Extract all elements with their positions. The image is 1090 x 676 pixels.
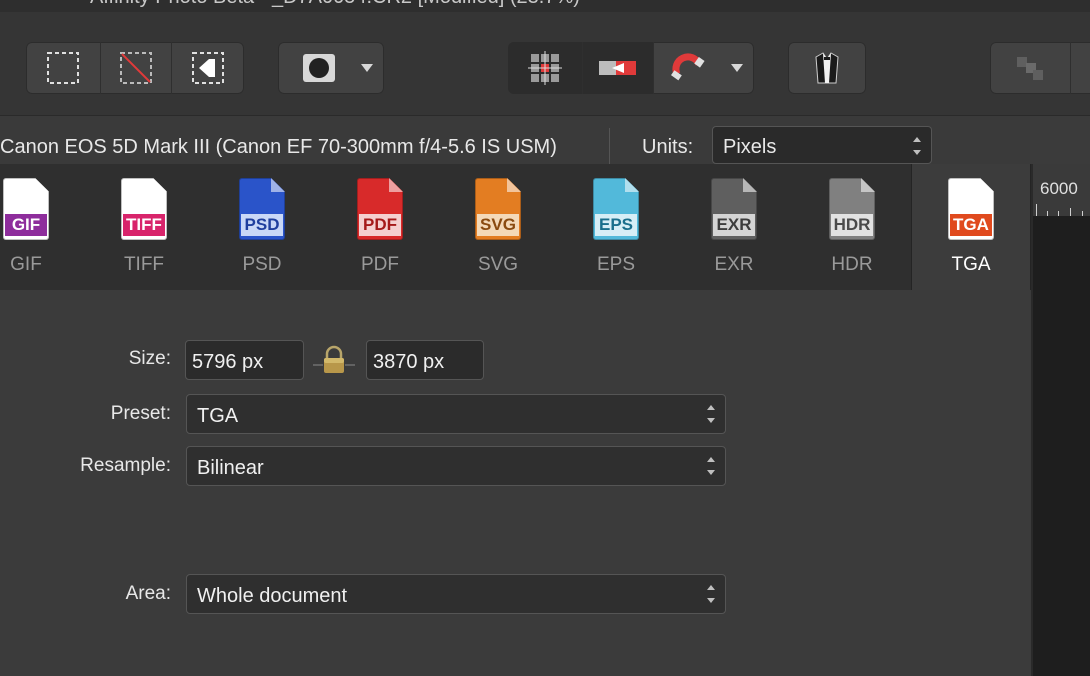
padlock-icon (313, 345, 355, 373)
tiff-file-icon: TIFF (121, 178, 167, 240)
format-badge: HDR (831, 214, 873, 236)
format-label: TGA (951, 254, 991, 275)
format-label: PDF (361, 254, 399, 275)
mode-button[interactable] (292, 42, 346, 94)
selection-tools-group (26, 42, 244, 94)
chevron-down-icon (361, 64, 373, 72)
preset-select[interactable]: TGA (186, 394, 726, 434)
snapping-dropdown-button[interactable] (726, 42, 748, 94)
format-badge: EXR (713, 214, 755, 236)
export-settings-form: Size: 5796 px 3870 px Preset: TGA Resamp… (0, 290, 1030, 676)
invert-selection-icon (192, 52, 224, 84)
format-label: EPS (596, 254, 636, 275)
format-badge: PDF (359, 214, 401, 236)
psd-file-icon: PSD (239, 178, 285, 240)
deselect-icon (120, 52, 152, 84)
height-field[interactable]: 3870 px (366, 340, 484, 380)
format-label: SVG (477, 254, 519, 275)
format-label: HDR (831, 254, 873, 275)
vertical-panel-ruler: 6000 (1031, 164, 1090, 676)
resample-label: Resample: (80, 455, 171, 476)
format-pdf-tab[interactable]: PDF PDF (321, 164, 439, 290)
aspect-lock-button[interactable] (313, 345, 355, 375)
eps-file-icon: EPS (593, 178, 639, 240)
resample-select[interactable]: Bilinear (186, 446, 726, 486)
arrange-button[interactable] (990, 42, 1071, 94)
grid-icon (528, 51, 562, 85)
align-button[interactable] (583, 42, 654, 94)
mode-dropdown-button[interactable] (356, 42, 378, 94)
gif-file-icon: GIF (3, 178, 49, 240)
snapping-button[interactable] (654, 42, 720, 94)
updown-arrows-icon (707, 584, 715, 604)
format-exr-tab[interactable]: EXR EXR (675, 164, 793, 290)
marquee-selection-button[interactable] (26, 42, 101, 94)
format-tiff-tab[interactable]: TIFF TIFF (85, 164, 203, 290)
marquee-selection-icon (47, 52, 79, 84)
units-value: Pixels (723, 136, 777, 158)
format-label: PSD (242, 254, 282, 275)
ruler-label: 6000 (1040, 179, 1078, 198)
preset-value: TGA (197, 405, 239, 427)
format-badge: EPS (595, 214, 637, 236)
area-label: Area: (125, 583, 171, 604)
updown-arrows-icon (913, 136, 921, 156)
divider (609, 128, 610, 164)
updown-arrows-icon (707, 404, 715, 424)
toolbar (0, 12, 1090, 116)
invert-selection-button[interactable] (172, 42, 244, 94)
pdf-file-icon: PDF (357, 178, 403, 240)
format-badge: TIFF (123, 214, 165, 236)
persona-button[interactable] (788, 42, 866, 94)
window-title: Affinity Photo Beta - _D7A0054.CR2 [Modi… (90, 0, 580, 9)
format-badge: PSD (241, 214, 283, 236)
deselect-button[interactable] (101, 42, 172, 94)
format-label: EXR (714, 254, 754, 275)
ruler-ticks (1036, 204, 1090, 216)
circle-mode-icon (303, 54, 335, 82)
align-icon (599, 61, 636, 75)
arrange-icon (1017, 57, 1043, 80)
format-gif-tab[interactable]: GIF GIF (0, 164, 85, 290)
format-label: TIFF (123, 254, 165, 275)
grid-button[interactable] (508, 42, 583, 94)
window-titlebar: Affinity Photo Beta - _D7A0054.CR2 [Modi… (0, 0, 1090, 12)
width-field[interactable]: 5796 px (185, 340, 304, 380)
document-info-bar: Canon EOS 5D Mark III (Canon EF 70-300mm… (0, 116, 1030, 164)
format-badge: SVG (477, 214, 519, 236)
tuxedo-persona-icon (815, 52, 839, 84)
area-value: Whole document (197, 585, 348, 607)
hdr-file-icon: HDR (829, 178, 875, 240)
format-svg-tab[interactable]: SVG SVG (439, 164, 557, 290)
ruler-top: 6000 (1033, 164, 1090, 216)
units-select[interactable]: Pixels (712, 126, 932, 164)
size-label: Size: (128, 348, 171, 369)
snapping-tools-group (508, 42, 754, 94)
height-value: 3870 px (373, 351, 445, 373)
format-badge: GIF (5, 214, 47, 236)
svg-file-icon: SVG (475, 178, 521, 240)
resample-value: Bilinear (197, 457, 264, 479)
units-label: Units: (642, 136, 694, 158)
format-eps-tab[interactable]: EPS EPS (557, 164, 675, 290)
snapping-magnet-icon (671, 53, 705, 81)
persona-tools-group (788, 42, 866, 94)
tga-file-icon: TGA (948, 178, 994, 240)
updown-arrows-icon (707, 456, 715, 476)
format-badge: TGA (950, 214, 992, 236)
exr-file-icon: EXR (711, 178, 757, 240)
format-hdr-tab[interactable]: HDR HDR (793, 164, 911, 290)
camera-info: Canon EOS 5D Mark III (Canon EF 70-300mm… (0, 136, 557, 158)
area-select[interactable]: Whole document (186, 574, 726, 614)
chevron-down-icon (731, 64, 743, 72)
arrange-tools-group (990, 42, 1090, 94)
preset-label: Preset: (110, 403, 171, 424)
mode-tools-group (278, 42, 384, 94)
format-tga-tab[interactable]: TGA TGA (911, 164, 1031, 290)
export-format-strip: GIF GIF TIFF TIFF PSD PSD PDF PDF SVG SVG EPS EPS EX… (0, 164, 1031, 290)
width-value: 5796 px (192, 351, 264, 373)
format-label: GIF (10, 254, 42, 275)
format-psd-tab[interactable]: PSD PSD (203, 164, 321, 290)
